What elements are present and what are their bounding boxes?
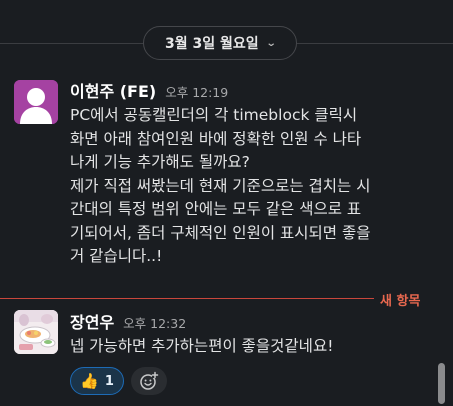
reaction-count: 1 bbox=[104, 373, 114, 389]
add-reaction-button[interactable] bbox=[131, 367, 167, 395]
add-emoji-icon bbox=[140, 371, 159, 390]
message-timestamp[interactable]: 오후 12:19 bbox=[165, 82, 228, 101]
message-line: 거 같습니다..! bbox=[70, 247, 163, 265]
message-timestamp[interactable]: 오후 12:32 bbox=[123, 313, 186, 332]
new-items-divider bbox=[0, 298, 374, 299]
message-line: 화면 아래 참여인원 바에 정확한 인원 수 나타 bbox=[70, 129, 362, 148]
author-name[interactable]: 장연우 bbox=[70, 309, 114, 333]
chevron-down-icon: ⌄ bbox=[265, 37, 277, 49]
message-line: 제가 직접 써봤는데 현재 기준으로는 겹치는 시 bbox=[70, 176, 371, 195]
default-user-avatar-icon bbox=[14, 80, 58, 124]
message-header: 이현주 (FE) 오후 12:19 bbox=[70, 78, 228, 102]
reaction-thumbs-up[interactable]: 👍 1 bbox=[70, 367, 124, 395]
avatar[interactable] bbox=[14, 310, 58, 354]
message-line: PC에서 공동캘린더의 각 timeblock 클릭시 bbox=[70, 106, 358, 124]
message-line: 넵 가능하면 추가하는편이 좋을것같네요! bbox=[70, 337, 334, 355]
message-text: 넵 가능하면 추가하는편이 좋을것같네요! bbox=[70, 335, 440, 359]
avatar[interactable] bbox=[14, 80, 58, 124]
food-illustration-avatar-icon bbox=[14, 310, 58, 354]
message-header: 장연우 오후 12:32 bbox=[70, 309, 186, 333]
message-line: 간대의 특정 범위 안에는 모두 같은 색으로 표 bbox=[70, 200, 362, 218]
thumbs-up-icon: 👍 bbox=[80, 371, 99, 390]
date-divider-button[interactable]: 3월 3일 월요일 ⌄ bbox=[143, 26, 297, 60]
new-items-label: 새 항목 bbox=[380, 294, 421, 309]
author-name[interactable]: 이현주 (FE) bbox=[70, 78, 156, 102]
message-line: 기되어서, 좀더 구체적인 인원이 표시되면 좋을 bbox=[70, 223, 371, 242]
date-label: 3월 3일 월요일 bbox=[164, 36, 259, 52]
message-line: 나게 기능 추가해도 될까요? bbox=[70, 153, 250, 171]
message-text: PC에서 공동캘린더의 각 timeblock 클릭시 화면 아래 참여인원 바… bbox=[70, 104, 440, 269]
scrollbar-thumb[interactable] bbox=[438, 363, 445, 404]
